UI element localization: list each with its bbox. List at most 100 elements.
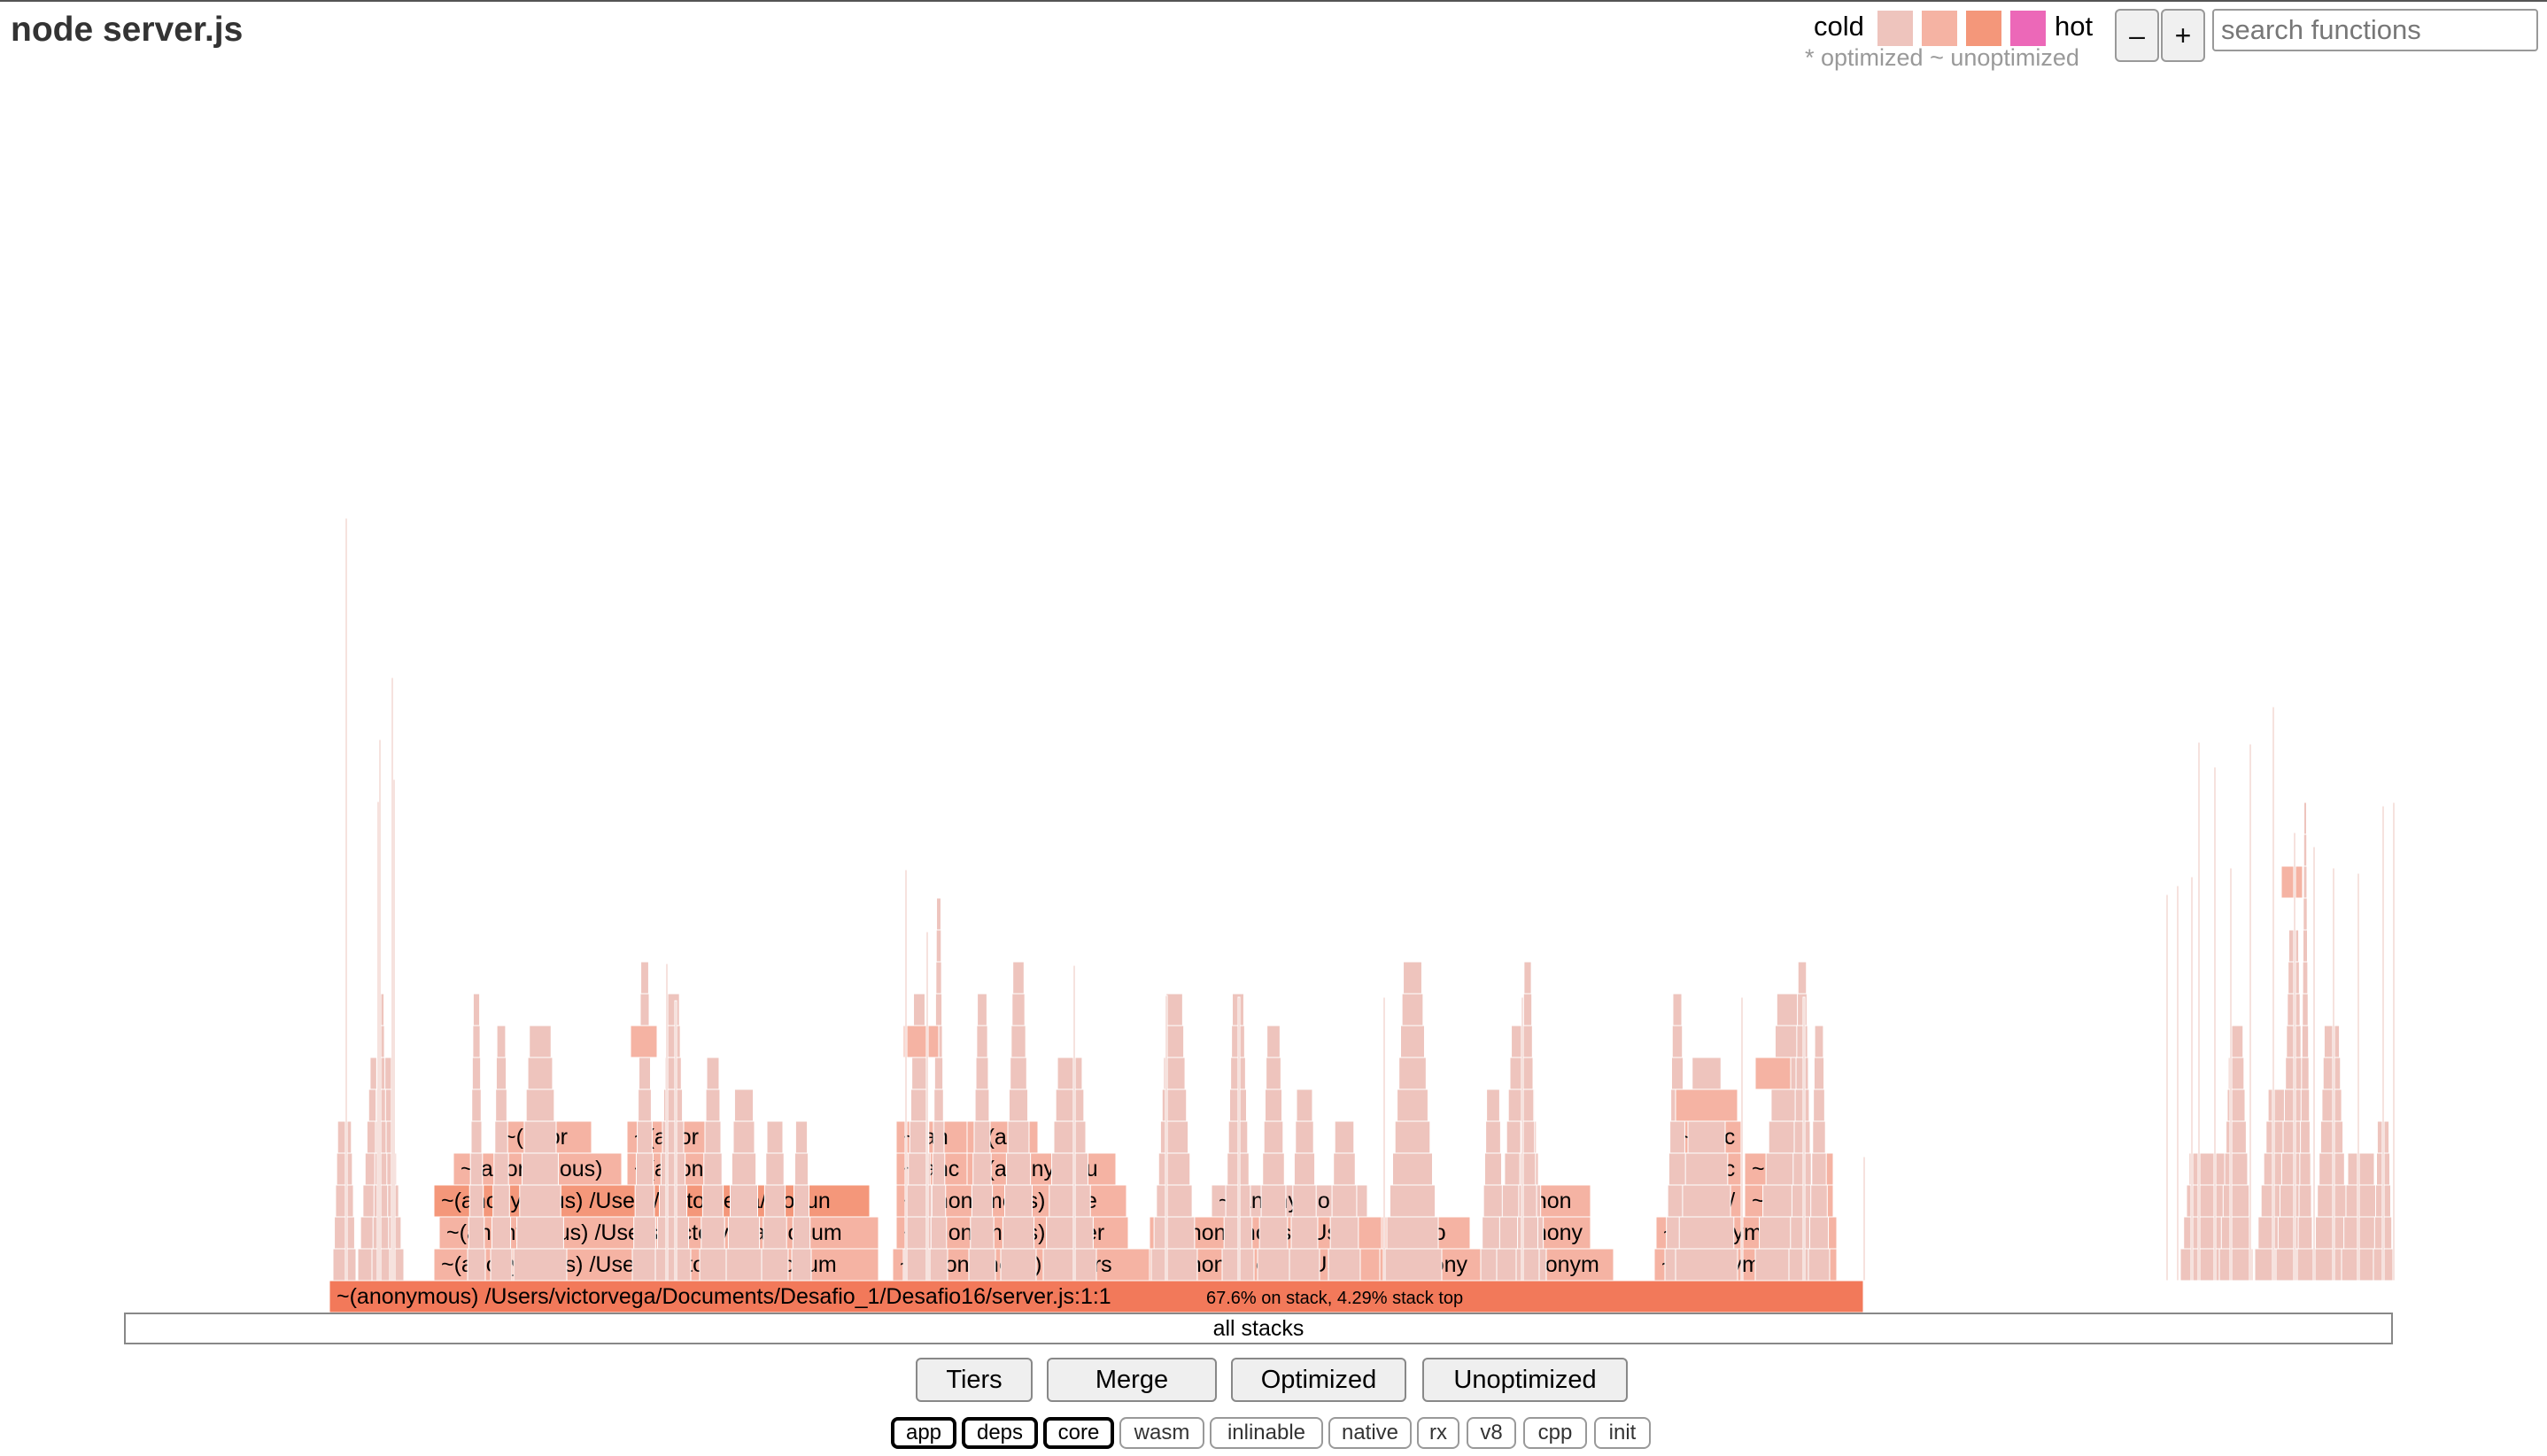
flame-frame-176[interactable] xyxy=(1164,1025,1185,1058)
flame-frame-24[interactable] xyxy=(376,801,380,1282)
flame-frame-156[interactable] xyxy=(1007,1120,1030,1154)
flame-frame-55[interactable] xyxy=(467,1248,486,1282)
flame-frame-282[interactable] xyxy=(1814,1025,1824,1058)
flame-frame-209[interactable] xyxy=(1392,1152,1433,1186)
flame-frame-302[interactable] xyxy=(2188,1152,2227,1186)
flame-frame-196[interactable] xyxy=(1290,1216,1319,1250)
filter-deps[interactable]: deps xyxy=(962,1417,1038,1449)
flame-frame-335[interactable] xyxy=(2301,1025,2310,1058)
flame-frame-88[interactable] xyxy=(639,993,650,1026)
flame-frame-132[interactable] xyxy=(930,1216,948,1250)
flame-frame-165[interactable] xyxy=(1051,1152,1088,1186)
flame-frame-166[interactable] xyxy=(1053,1120,1087,1154)
flame-frame-92[interactable] xyxy=(659,1184,687,1218)
filter-native[interactable]: native xyxy=(1328,1417,1412,1449)
flame-frame-214[interactable] xyxy=(1401,993,1424,1026)
flame-frame-61[interactable] xyxy=(471,1057,482,1090)
flame-frame-84[interactable] xyxy=(637,1120,653,1154)
flame-frame-304[interactable] xyxy=(2220,1216,2252,1250)
flame-frame-336[interactable] xyxy=(2302,993,2309,1026)
flame-frame-195[interactable] xyxy=(1289,1248,1320,1282)
flame-frame-168[interactable] xyxy=(1057,1057,1083,1090)
filter-app[interactable]: app xyxy=(891,1417,956,1449)
flame-frame-334[interactable] xyxy=(2301,1057,2310,1090)
flame-frame-243[interactable] xyxy=(1668,1152,1687,1186)
flame-frame-62[interactable] xyxy=(472,1025,481,1058)
flame-frame-150[interactable] xyxy=(976,1025,988,1058)
flame-frame-142[interactable] xyxy=(936,897,941,931)
flame-frame-331[interactable] xyxy=(2299,1152,2311,1186)
flame-frame-368[interactable] xyxy=(2357,872,2360,1282)
flame-frame-65[interactable] xyxy=(491,1216,512,1250)
flame-frame-143[interactable] xyxy=(968,1248,996,1282)
flame-frame-161[interactable] xyxy=(1012,961,1025,995)
flame-frame-109[interactable] xyxy=(731,1152,757,1186)
flame-frame-116[interactable] xyxy=(766,1120,784,1154)
flame-frame-144[interactable] xyxy=(970,1216,995,1250)
flame-frame-63[interactable] xyxy=(472,993,481,1026)
flame-frame-248[interactable] xyxy=(1672,993,1683,1026)
flame-frame-104[interactable] xyxy=(705,1088,721,1122)
flame-frame-360[interactable] xyxy=(2197,741,2201,1282)
flame-frame-303[interactable] xyxy=(2218,1248,2254,1282)
flame-frame-237[interactable] xyxy=(1522,1025,1533,1058)
flame-frame-369[interactable] xyxy=(2381,805,2385,1282)
flame-frame-364[interactable] xyxy=(2272,706,2275,1282)
flame-frame-117[interactable] xyxy=(791,1248,812,1282)
flame-frame-221[interactable] xyxy=(1486,1088,1500,1122)
flame-frame-287[interactable] xyxy=(904,869,908,1282)
flame-frame-270[interactable] xyxy=(1794,1088,1810,1122)
flame-frame-75[interactable] xyxy=(522,1152,559,1186)
flame-frame-278[interactable] xyxy=(1811,1152,1827,1186)
flame-frame-332[interactable] xyxy=(2300,1120,2311,1154)
flame-frame-274[interactable] xyxy=(1797,961,1808,995)
flame-frame-365[interactable] xyxy=(2293,832,2296,1282)
optimized-button[interactable]: Optimized xyxy=(1231,1358,1406,1402)
filter-wasm[interactable]: wasm xyxy=(1119,1417,1204,1449)
flame-frame-373[interactable] xyxy=(2165,894,2169,1282)
flame-frame-108[interactable] xyxy=(730,1184,758,1218)
flame-frame-58[interactable] xyxy=(469,1152,484,1186)
flame-frame-133[interactable] xyxy=(931,1184,947,1218)
flame-frame-66[interactable] xyxy=(492,1184,510,1218)
flame-frame-81[interactable] xyxy=(633,1216,656,1250)
flame-frame-194[interactable] xyxy=(1266,1025,1281,1058)
flame-frame-155[interactable] xyxy=(1005,1152,1032,1186)
flame-frame-80[interactable] xyxy=(631,1248,658,1282)
flame-frame-177[interactable] xyxy=(1165,993,1183,1026)
flame-frame-350[interactable] xyxy=(2323,1025,2341,1058)
flame-frame-295[interactable] xyxy=(1802,996,1806,1282)
flame-frame-207[interactable] xyxy=(1386,1216,1439,1250)
flame-frame-251[interactable] xyxy=(1682,1184,1731,1218)
flame-frame-190[interactable] xyxy=(1262,1152,1285,1186)
flame-frame-283[interactable] xyxy=(630,1025,658,1058)
flame-frame-64[interactable] xyxy=(490,1248,513,1282)
flame-frame-198[interactable] xyxy=(1293,1152,1316,1186)
flame-frame-89[interactable] xyxy=(640,961,649,995)
flame-frame-79[interactable] xyxy=(529,1025,552,1058)
flame-frame-199[interactable] xyxy=(1295,1120,1314,1154)
flame-frame-83[interactable] xyxy=(635,1152,654,1186)
filter-core[interactable]: core xyxy=(1043,1417,1114,1449)
flame-frame-329[interactable] xyxy=(2297,1216,2313,1250)
flame-frame-82[interactable] xyxy=(634,1184,655,1218)
flame-frame-276[interactable] xyxy=(1808,1216,1830,1250)
flame-frame-212[interactable] xyxy=(1398,1057,1427,1090)
flame-frame-135[interactable] xyxy=(933,1120,945,1154)
flame-frame-293[interactable] xyxy=(1521,996,1524,1282)
flame-frame-244[interactable] xyxy=(1669,1120,1685,1154)
flame-frame-91[interactable] xyxy=(656,1216,690,1250)
flame-frame-354[interactable] xyxy=(2347,1152,2375,1186)
flame-frame-173[interactable] xyxy=(1159,1120,1189,1154)
flame-frame-269[interactable] xyxy=(1793,1120,1811,1154)
flame-frame-340[interactable] xyxy=(2303,865,2308,899)
flame-frame-255[interactable] xyxy=(1692,1057,1722,1090)
flame-frame-292[interactable] xyxy=(1382,996,1386,1282)
filter-rx[interactable]: rx xyxy=(1417,1417,1459,1449)
flame-frame-85[interactable] xyxy=(638,1088,652,1122)
flame-frame-93[interactable] xyxy=(660,1152,686,1186)
flame-frame-111[interactable] xyxy=(733,1088,755,1122)
flame-frame-193[interactable] xyxy=(1266,1057,1281,1090)
flame-frame-170[interactable] xyxy=(1153,1216,1196,1250)
flame-frame-341[interactable] xyxy=(2303,833,2308,867)
